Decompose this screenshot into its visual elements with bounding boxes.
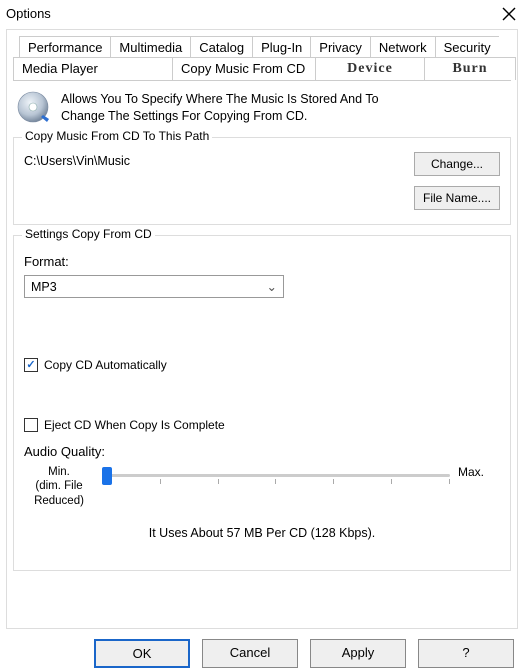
- tab-plugin[interactable]: Plug-In: [252, 36, 311, 58]
- tab-device[interactable]: Device: [315, 57, 425, 80]
- tab-catalog[interactable]: Catalog: [190, 36, 253, 58]
- group-copy-path: Copy Music From CD To This Path C:\Users…: [13, 137, 511, 225]
- format-label: Format:: [24, 254, 500, 269]
- usage-text: It Uses About 57 MB Per CD (128 Kbps).: [24, 526, 500, 556]
- group-settings: Settings Copy From CD Format: MP3 ⌄ Copy…: [13, 235, 511, 571]
- audio-quality-slider[interactable]: [102, 465, 450, 489]
- slider-max-label: Max.: [458, 465, 500, 479]
- group-settings-legend: Settings Copy From CD: [22, 227, 155, 241]
- tab-performance[interactable]: Performance: [19, 36, 111, 58]
- tab-media-player[interactable]: Media Player: [13, 57, 173, 80]
- intro-text: Allows You To Specify Where The Music Is…: [61, 89, 379, 125]
- format-select-value: MP3: [31, 280, 57, 294]
- copy-automatically-checkbox[interactable]: [24, 358, 38, 372]
- audio-quality-label: Audio Quality:: [24, 444, 500, 459]
- tab-network[interactable]: Network: [370, 36, 436, 58]
- cancel-button[interactable]: Cancel: [202, 639, 298, 668]
- ok-button[interactable]: OK: [94, 639, 190, 668]
- copy-path-value: C:\Users\Vin\Music: [24, 152, 130, 168]
- file-name-button[interactable]: File Name....: [414, 186, 500, 210]
- tab-copy-music-from-cd[interactable]: Copy Music From CD: [172, 57, 316, 80]
- slider-thumb[interactable]: [102, 467, 112, 485]
- close-icon[interactable]: [502, 7, 516, 21]
- copy-automatically-label: Copy CD Automatically: [44, 358, 167, 372]
- window-title: Options: [6, 6, 51, 21]
- tab-privacy[interactable]: Privacy: [310, 36, 371, 58]
- apply-button[interactable]: Apply: [310, 639, 406, 668]
- tab-security[interactable]: Security: [435, 36, 499, 58]
- group-copy-path-legend: Copy Music From CD To This Path: [22, 129, 212, 143]
- help-button[interactable]: ?: [418, 639, 514, 668]
- eject-cd-label: Eject CD When Copy Is Complete: [44, 418, 225, 432]
- slider-min-label: Min. (dim. File Reduced): [24, 465, 94, 508]
- cd-icon: [15, 89, 51, 125]
- tab-multimedia[interactable]: Multimedia: [110, 36, 191, 58]
- tab-burn[interactable]: Burn: [424, 57, 516, 80]
- format-select[interactable]: MP3 ⌄: [24, 275, 284, 298]
- eject-cd-checkbox[interactable]: [24, 418, 38, 432]
- change-path-button[interactable]: Change...: [414, 152, 500, 176]
- chevron-down-icon: ⌄: [267, 279, 277, 294]
